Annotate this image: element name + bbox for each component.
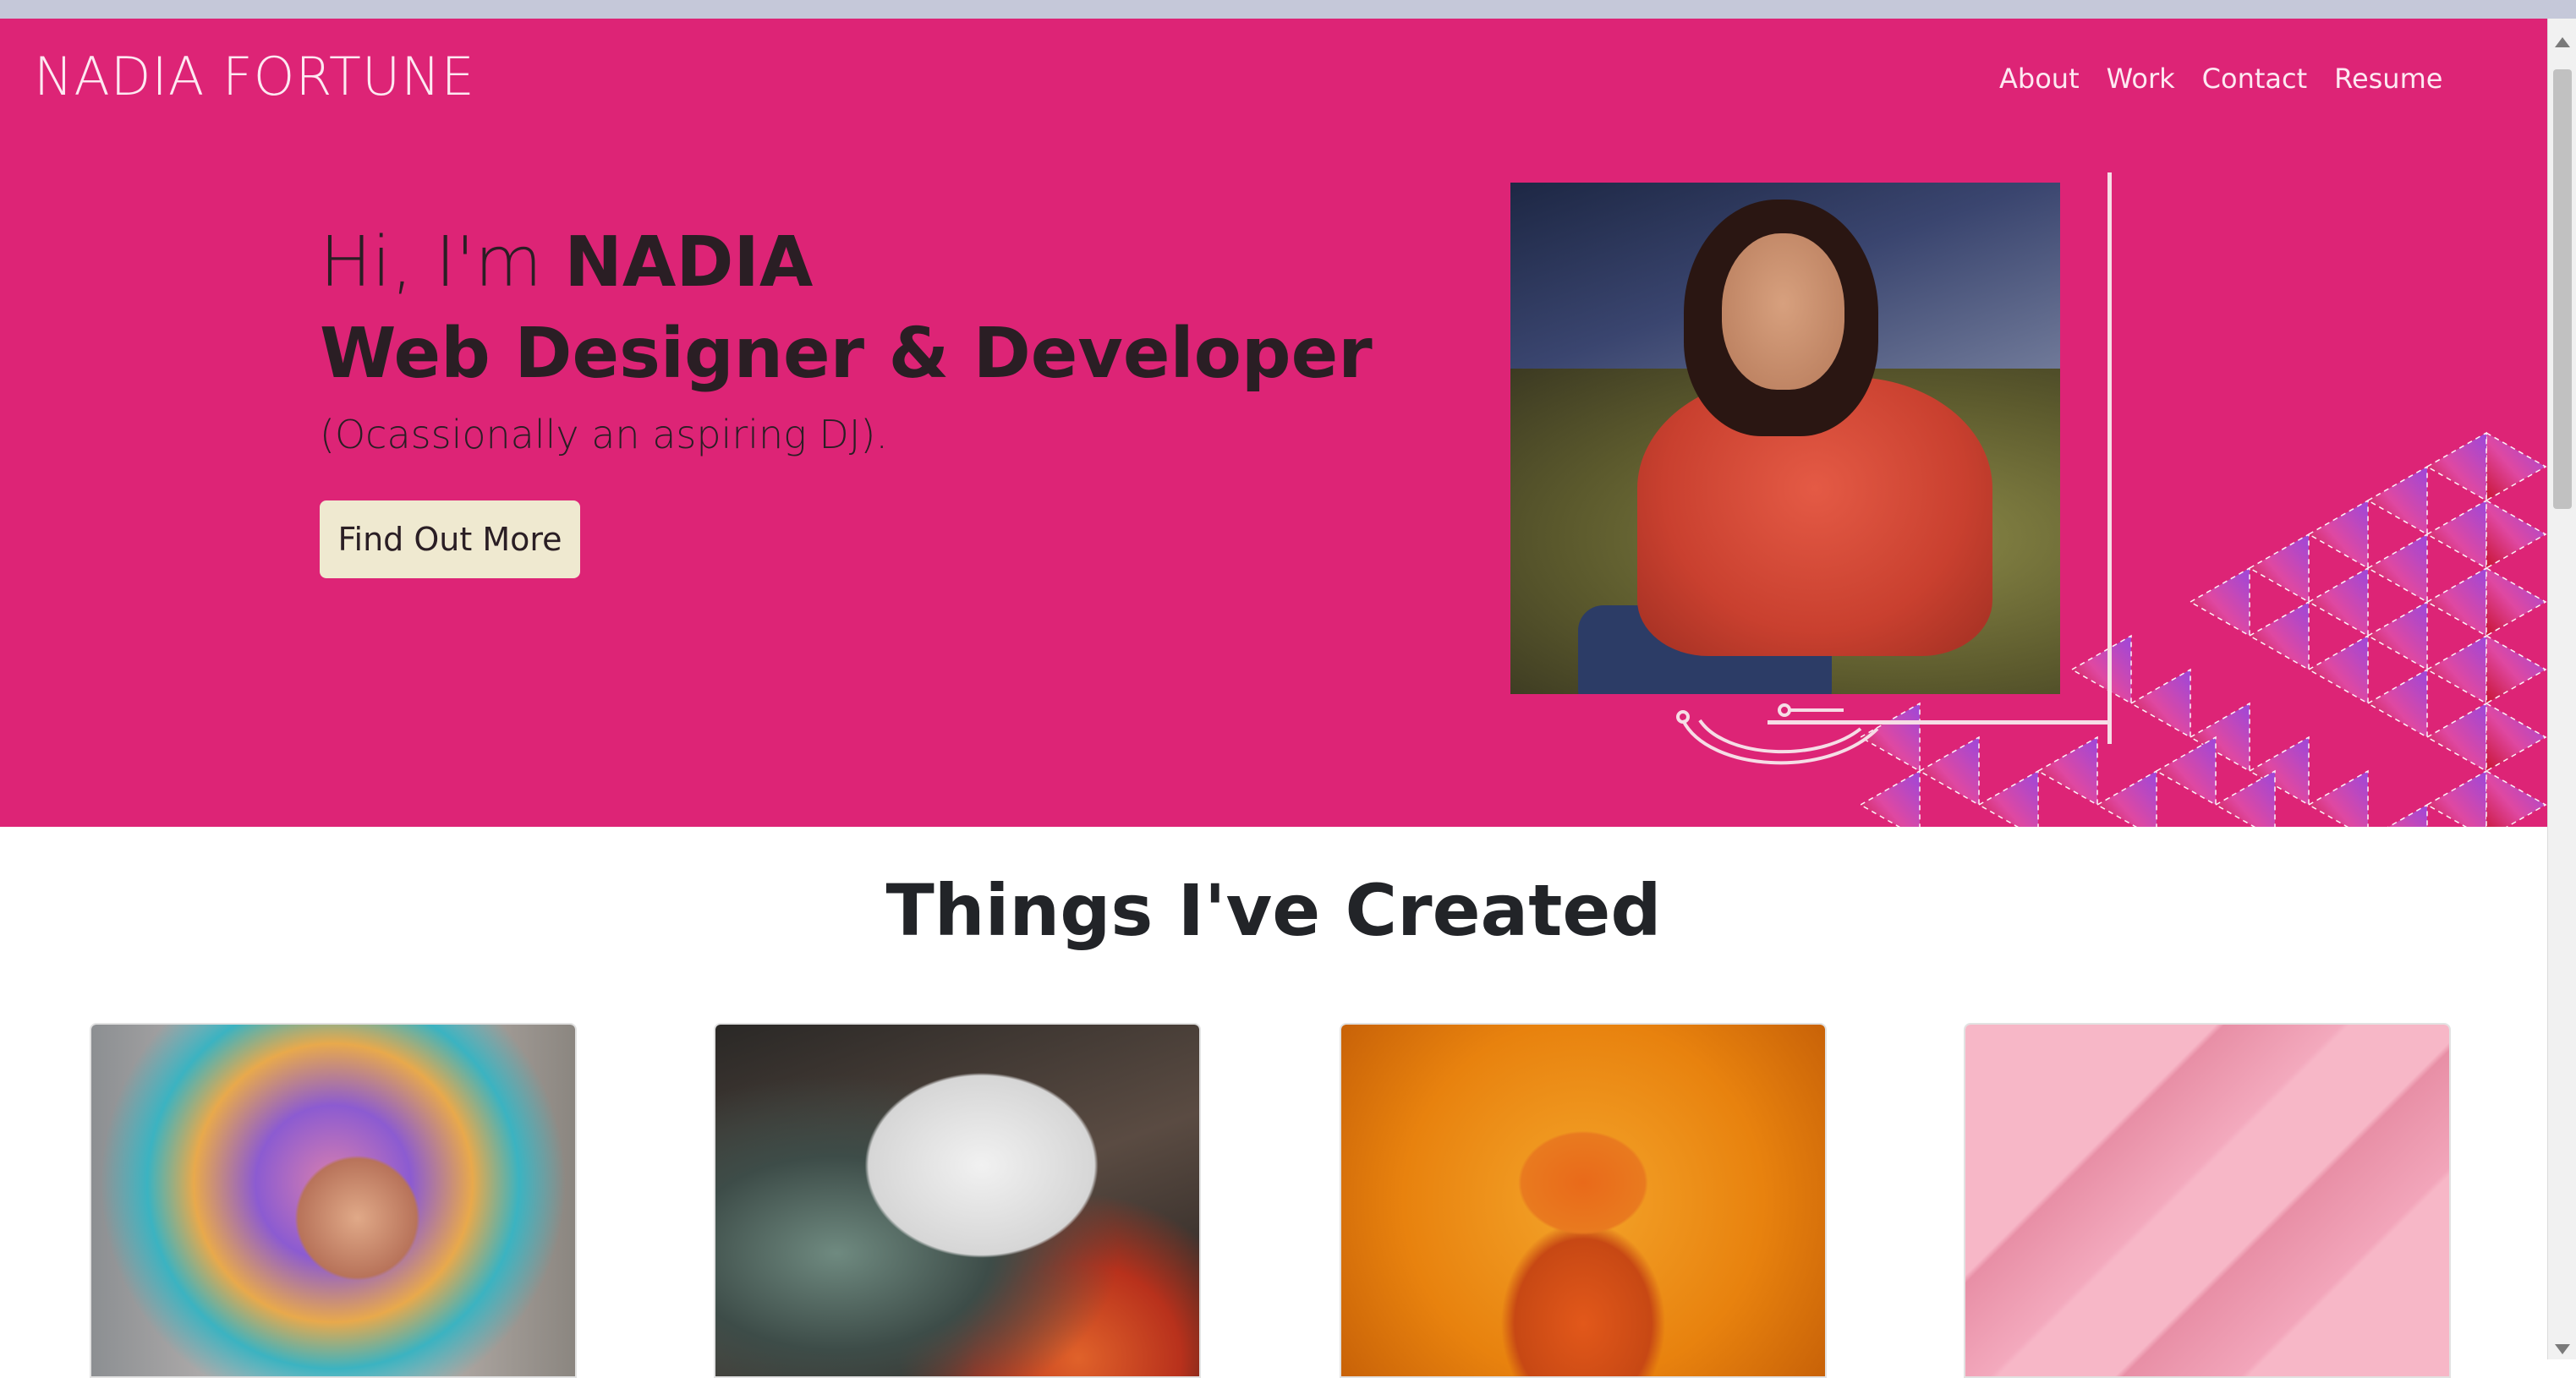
find-out-more-button[interactable]: Find Out More (320, 500, 580, 578)
nav-work[interactable]: Work (2107, 63, 2175, 95)
section-title: Things I've Created (885, 869, 1662, 952)
hero-greeting: Hi, I'm NADIA (320, 221, 1373, 304)
nav-resume[interactable]: Resume (2334, 63, 2442, 95)
nav-about[interactable]: About (1999, 63, 2080, 95)
nav-contact[interactable]: Contact (2202, 63, 2308, 95)
circuit-decoration (1676, 703, 1879, 765)
frame-vertical-line (2107, 172, 2112, 744)
hero-section: NADIA FORTUNE About Work Contact Resume … (0, 19, 2547, 827)
project-card-1[interactable] (90, 1023, 577, 1378)
scroll-down-arrow-icon[interactable] (2555, 1344, 2570, 1354)
hero-tagline: (Ocassionally an aspiring DJ). (320, 411, 888, 457)
main-nav: About Work Contact Resume (1999, 63, 2442, 95)
project-card-2[interactable] (714, 1023, 1201, 1378)
tattoo-artist-image (715, 1025, 1199, 1376)
pink-building-image (1965, 1025, 2449, 1376)
headphones-portrait-image (91, 1025, 575, 1376)
browser-top-strip (0, 0, 2576, 19)
acrobats-image (1341, 1025, 1825, 1376)
scroll-up-arrow-icon[interactable] (2555, 37, 2570, 47)
hero-name: NADIA (564, 222, 814, 303)
brand-logo[interactable]: NADIA FORTUNE (34, 46, 475, 107)
scroll-thumb[interactable] (2553, 69, 2572, 509)
greeting-text: Hi, I'm (320, 222, 565, 303)
project-card-4[interactable] (1964, 1023, 2451, 1378)
project-card-3[interactable] (1340, 1023, 1827, 1378)
hero-role: Web Designer & Developer (320, 314, 1373, 395)
nadia-portrait (1510, 183, 2060, 694)
hero-headline: Hi, I'm NADIA Web Designer & Developer (… (320, 221, 1373, 457)
page-scrollbar[interactable] (2547, 19, 2576, 1359)
